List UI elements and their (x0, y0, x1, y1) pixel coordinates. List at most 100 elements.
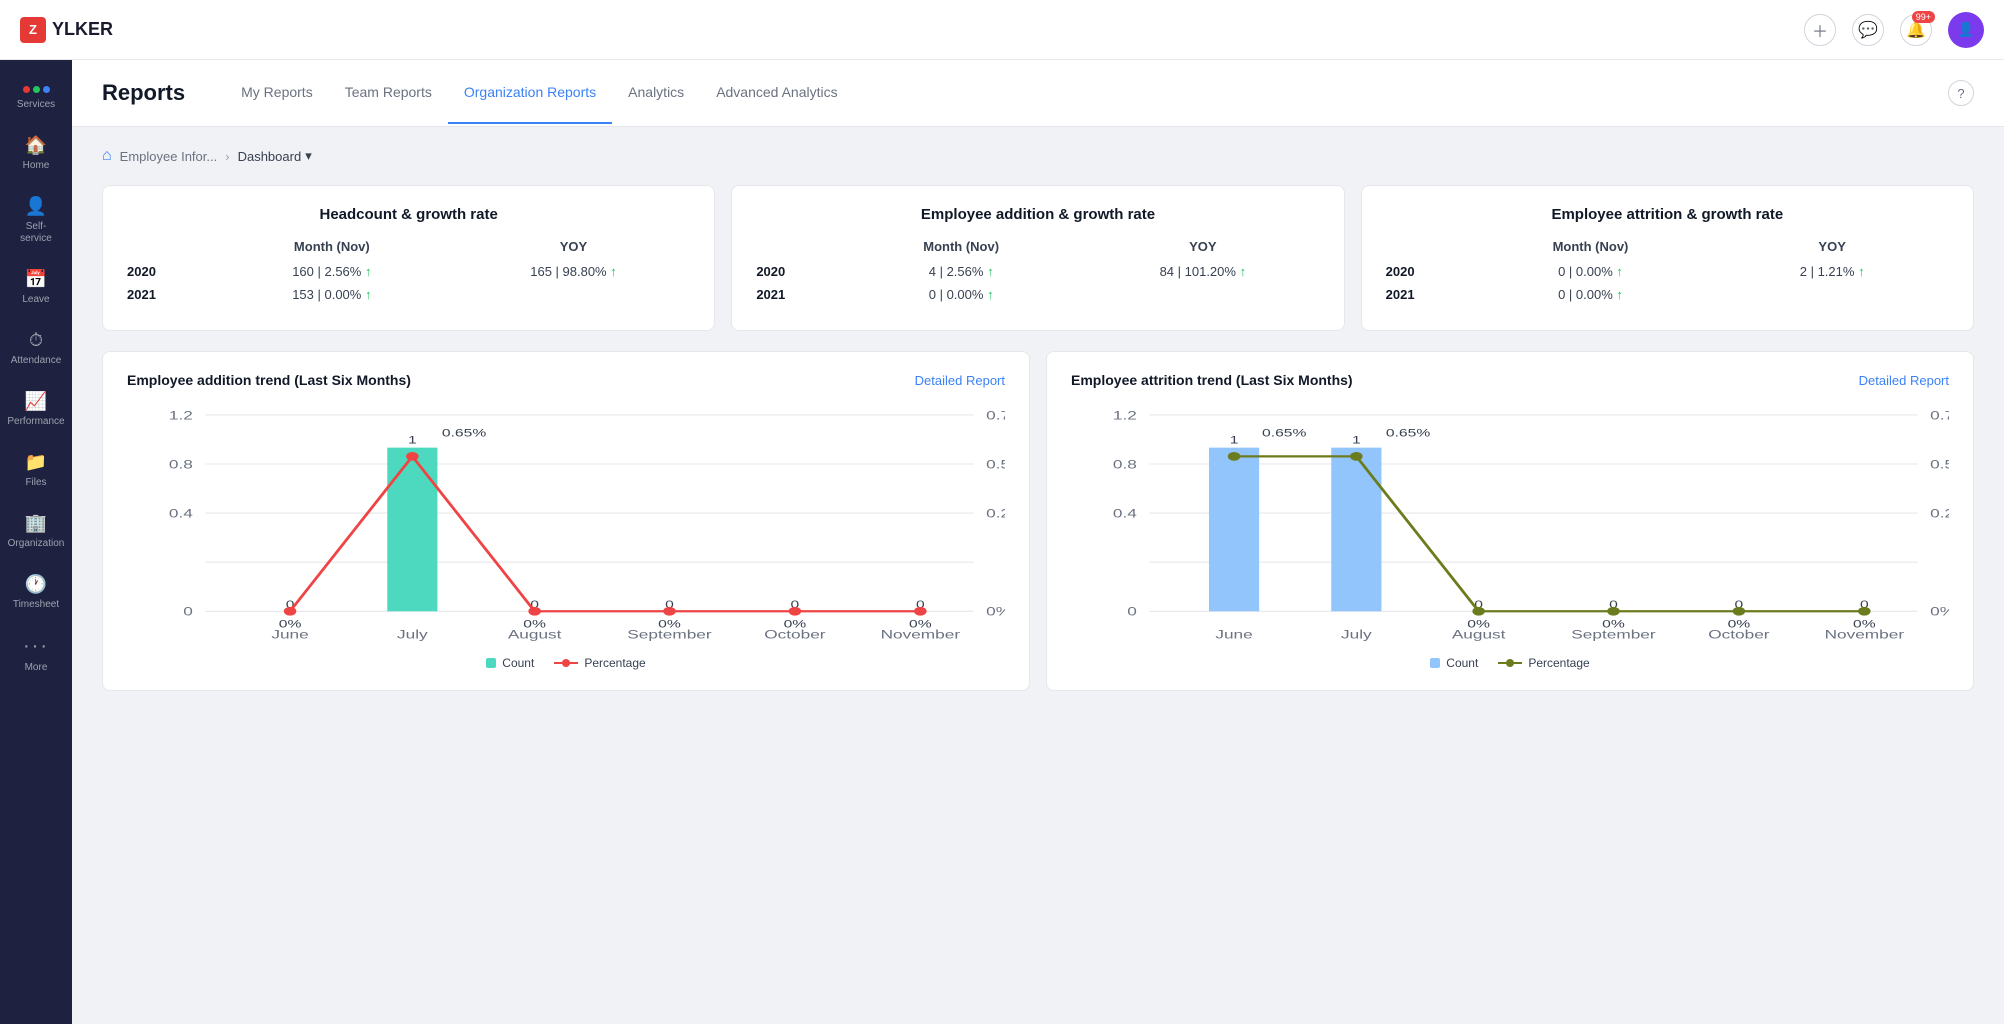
addition-table-header: Month (Nov) YOY (756, 239, 1319, 254)
sidebar-item-timesheet[interactable]: 🕐 Timesheet (4, 564, 68, 621)
notification-badge: 99+ (1912, 11, 1935, 23)
tab-advanced-analytics[interactable]: Advanced Analytics (700, 62, 853, 124)
svg-text:July: July (397, 629, 428, 642)
sidebar-item-organization[interactable]: 🏢 Organization (4, 503, 68, 560)
addition-2020-val1: 4 | 2.56% ↑ (844, 264, 1078, 279)
sidebar-item-home[interactable]: 🏠 Home (4, 125, 68, 182)
addition-2020-val2: 84 | 101.20% ↑ (1086, 264, 1320, 279)
svg-text:August: August (1452, 629, 1507, 642)
attrition-col1-header: Month (Nov) (1474, 239, 1708, 254)
sidebar-item-performance[interactable]: 📈 Performance (4, 381, 68, 438)
svg-text:0.65%: 0.65% (1386, 427, 1430, 439)
breadcrumb-separator: › (225, 149, 229, 164)
tab-org-reports[interactable]: Organization Reports (448, 62, 612, 124)
breadcrumb: ⌂ Employee Infor... › Dashboard ▾ (102, 147, 1974, 165)
sidebar-item-leave[interactable]: 📅 Leave (4, 259, 68, 316)
topbar: Z YLKER ＋ 💬 🔔 99+ 👤 (0, 0, 2004, 60)
attrition-pct-legend-line (1498, 662, 1522, 664)
avatar[interactable]: 👤 (1948, 12, 1984, 48)
addition-trend-chart-card: Employee addition trend (Last Six Months… (102, 351, 1030, 691)
headcount-table-header: Month (Nov) YOY (127, 239, 690, 254)
svg-text:June: June (271, 629, 308, 642)
chat-icon[interactable]: 💬 (1852, 14, 1884, 46)
timesheet-icon: 🕐 (25, 574, 47, 595)
breadcrumb-home-icon[interactable]: ⌂ (102, 147, 112, 165)
addition-count-legend: Count (486, 656, 534, 670)
svg-text:September: September (627, 629, 711, 642)
files-icon: 📁 (25, 452, 47, 473)
reports-tabs: My Reports Team Reports Organization Rep… (225, 62, 1908, 124)
addition-count-legend-dot (486, 658, 496, 668)
addition-2021-trend1: ↑ (987, 287, 994, 302)
attrition-2020-trend2: ↑ (1858, 264, 1865, 279)
sidebar-item-more[interactable]: ··· More (4, 625, 68, 684)
breadcrumb-dashboard[interactable]: Dashboard ▾ (238, 148, 312, 164)
sidebar-item-files[interactable]: 📁 Files (4, 442, 68, 499)
help-button[interactable]: ? (1948, 80, 1974, 106)
tab-my-reports[interactable]: My Reports (225, 62, 329, 124)
logo-name: YLKER (52, 19, 113, 40)
svg-text:0.25%: 0.25% (986, 508, 1005, 521)
svg-text:0.8: 0.8 (1113, 459, 1137, 472)
svg-text:0.8: 0.8 (169, 459, 193, 472)
self-service-icon: 👤 (25, 196, 47, 217)
attrition-detailed-report-link[interactable]: Detailed Report (1859, 373, 1949, 388)
attrition-card: Employee attrition & growth rate Month (… (1361, 185, 1974, 331)
sidebar-item-leave-label: Leave (22, 294, 49, 306)
attrition-2020-trend1: ↑ (1616, 264, 1623, 279)
notification-icon[interactable]: 🔔 99+ (1900, 14, 1932, 46)
attrition-table: Month (Nov) YOY 2020 0 | 0.00% ↑ 2 | 1.2… (1386, 239, 1949, 302)
addition-detailed-report-link[interactable]: Detailed Report (915, 373, 1005, 388)
tab-analytics[interactable]: Analytics (612, 62, 700, 124)
reports-header: Reports My Reports Team Reports Organiza… (72, 60, 2004, 127)
attrition-chart-legend: Count Percentage (1071, 656, 1949, 670)
attrition-2020-val2: 2 | 1.21% ↑ (1715, 264, 1949, 279)
main-layout: Services 🏠 Home 👤 Self-service 📅 Leave ⏱… (0, 60, 2004, 1024)
addition-chart-title: Employee addition trend (Last Six Months… (127, 372, 411, 388)
svg-text:September: September (1571, 629, 1655, 642)
attrition-card-title: Employee attrition & growth rate (1386, 206, 1949, 223)
svg-text:0.25%: 0.25% (1930, 508, 1949, 521)
svg-text:0%: 0% (1930, 606, 1949, 619)
attrition-count-legend: Count (1430, 656, 1478, 670)
headcount-2020-val1: 160 | 2.56% ↑ (215, 264, 449, 279)
svg-text:0.4: 0.4 (169, 508, 193, 521)
svg-text:August: August (508, 629, 563, 642)
tab-team-reports[interactable]: Team Reports (329, 62, 448, 124)
addition-col2-header: YOY (1086, 239, 1320, 254)
charts-row: Employee addition trend (Last Six Months… (102, 351, 1974, 691)
sidebar-item-self-service-label: Self-service (12, 221, 60, 245)
addition-chart-legend: Count Percentage (127, 656, 1005, 670)
attrition-chart-container: 1.2 0.8 0.4 0 0.75% 0.5% 0.25% 0% 1 (1071, 404, 1949, 644)
add-button[interactable]: ＋ (1804, 14, 1836, 46)
sidebar-item-more-label: More (25, 662, 48, 674)
sidebar-item-self-service[interactable]: 👤 Self-service (4, 186, 68, 255)
headcount-col1-header: Month (Nov) (215, 239, 449, 254)
svg-text:0.5%: 0.5% (986, 459, 1005, 472)
addition-count-legend-label: Count (502, 656, 534, 670)
sidebar-item-services[interactable]: Services (4, 76, 68, 121)
topbar-right: ＋ 💬 🔔 99+ 👤 (1804, 12, 1984, 48)
headcount-row-2020: 2020 160 | 2.56% ↑ 165 | 98.80% ↑ (127, 264, 690, 279)
attrition-2021-val1: 0 | 0.00% ↑ (1474, 287, 1708, 302)
svg-text:November: November (881, 629, 961, 642)
addition-card-title: Employee addition & growth rate (756, 206, 1319, 223)
attrition-count-legend-dot (1430, 658, 1440, 668)
attrition-row-2021: 2021 0 | 0.00% ↑ (1386, 287, 1949, 302)
addition-card: Employee addition & growth rate Month (N… (731, 185, 1344, 331)
avatar-initials: 👤 (1957, 21, 1974, 38)
attrition-year-2020: 2020 (1386, 264, 1466, 279)
services-dots-icon (23, 86, 50, 93)
performance-icon: 📈 (25, 391, 47, 412)
attrition-pct-legend-label: Percentage (1528, 656, 1589, 670)
sidebar-item-attendance[interactable]: ⏱ Attendance (4, 320, 68, 377)
sidebar-item-performance-label: Performance (7, 416, 64, 428)
svg-text:November: November (1825, 629, 1905, 642)
addition-row-2020: 2020 4 | 2.56% ↑ 84 | 101.20% ↑ (756, 264, 1319, 279)
sidebar-item-home-label: Home (23, 160, 50, 172)
addition-pct-legend-line (554, 662, 578, 664)
logo[interactable]: Z YLKER (20, 17, 113, 43)
breadcrumb-employee-info[interactable]: Employee Infor... (120, 149, 218, 164)
addition-pct-legend-label: Percentage (584, 656, 645, 670)
addition-chart-svg: 1.2 0.8 0.4 0 0.75% 0.5% 0.25% 0% (127, 404, 1005, 644)
